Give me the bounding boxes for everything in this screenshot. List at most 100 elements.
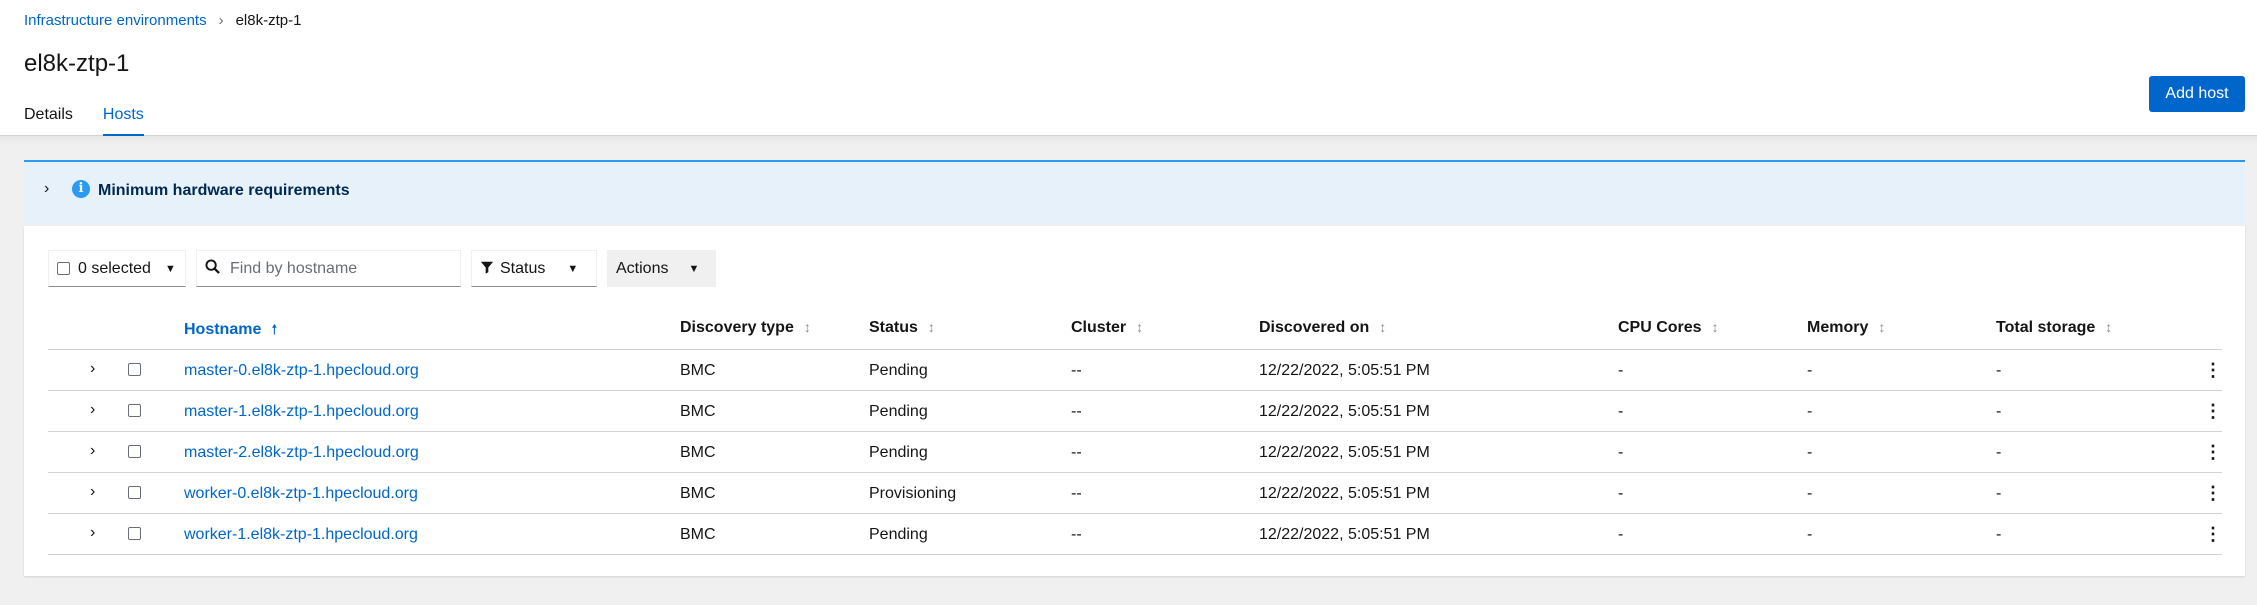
hosts-table: Hostname 🠕 Discovery type ↕ Status ↕ Cluste… bbox=[48, 302, 2222, 555]
breadcrumb: Infrastructure environments › el8k-ztp-1 bbox=[24, 12, 301, 29]
row-checkbox[interactable] bbox=[128, 486, 141, 499]
chevron-right-icon[interactable]: › bbox=[44, 180, 49, 198]
table-header-row: Hostname 🠕 Discovery type ↕ Status ↕ Cluste… bbox=[48, 302, 2222, 350]
kebab-menu-icon[interactable]: ⋮ bbox=[2204, 360, 2222, 381]
hostname-link[interactable]: worker-1.el8k-ztp-1.hpecloud.org bbox=[184, 526, 418, 544]
info-circle-icon: i bbox=[72, 180, 90, 198]
filter-icon bbox=[480, 260, 494, 277]
add-host-button[interactable]: Add host bbox=[2149, 76, 2245, 112]
cpu-cores-cell: - bbox=[1618, 362, 1624, 379]
hosts-card: 0 selected ▼ Status ▼ Actions ▼ Hostname… bbox=[24, 226, 2245, 576]
hardware-requirements-alert[interactable]: › i Minimum hardware requirements bbox=[24, 160, 2245, 224]
actions-label: Actions bbox=[616, 260, 669, 277]
discovered-on-cell: 12/22/2022, 5:05:51 PM bbox=[1259, 362, 1430, 379]
cpu-cores-cell: - bbox=[1618, 444, 1624, 461]
cluster-cell: -- bbox=[1071, 403, 1082, 420]
row-checkbox[interactable] bbox=[128, 363, 141, 376]
column-header-discovery-type[interactable]: Discovery type ↕ bbox=[680, 319, 811, 337]
kebab-menu-icon[interactable]: ⋮ bbox=[2204, 524, 2222, 545]
search-input[interactable] bbox=[230, 259, 450, 278]
memory-cell: - bbox=[1807, 362, 1813, 379]
caret-down-icon: ▼ bbox=[567, 262, 579, 275]
hostname-link[interactable]: worker-0.el8k-ztp-1.hpecloud.org bbox=[184, 485, 418, 503]
caret-down-icon: ▼ bbox=[164, 262, 176, 275]
chevron-right-icon[interactable]: › bbox=[90, 442, 95, 460]
table-row: › worker-0.el8k-ztp-1.hpecloud.org BMC P… bbox=[48, 473, 2222, 514]
header-divider bbox=[0, 136, 2257, 146]
sort-icon: ↕ bbox=[1136, 319, 1144, 335]
total-storage-cell: - bbox=[1996, 403, 2002, 420]
cpu-cores-cell: - bbox=[1618, 403, 1624, 420]
status-cell[interactable]: Pending bbox=[869, 526, 928, 544]
cluster-cell: -- bbox=[1071, 444, 1082, 461]
chevron-right-icon: › bbox=[218, 12, 224, 29]
breadcrumb-link-infrastructure-environments[interactable]: Infrastructure environments bbox=[24, 12, 207, 29]
bulk-select-dropdown[interactable]: 0 selected ▼ bbox=[48, 250, 186, 287]
hostname-search bbox=[196, 250, 461, 287]
tab-details[interactable]: Details bbox=[24, 102, 73, 137]
hostname-link[interactable]: master-0.el8k-ztp-1.hpecloud.org bbox=[184, 362, 419, 380]
sort-ascending-icon: 🠕 bbox=[271, 321, 278, 337]
table-row: › worker-1.el8k-ztp-1.hpecloud.org BMC P… bbox=[48, 514, 2222, 555]
chevron-right-icon[interactable]: › bbox=[90, 360, 95, 378]
table-row: › master-1.el8k-ztp-1.hpecloud.org BMC P… bbox=[48, 391, 2222, 432]
total-storage-cell: - bbox=[1996, 444, 2002, 461]
discovery-type-cell: BMC bbox=[680, 485, 716, 502]
total-storage-cell: - bbox=[1996, 526, 2002, 543]
hostname-link[interactable]: master-1.el8k-ztp-1.hpecloud.org bbox=[184, 403, 419, 421]
caret-down-icon: ▼ bbox=[688, 263, 700, 275]
column-header-memory[interactable]: Memory ↕ bbox=[1807, 319, 1885, 337]
column-header-total-storage[interactable]: Total storage ↕ bbox=[1996, 319, 2112, 337]
page-header: Infrastructure environments › el8k-ztp-1… bbox=[0, 0, 2257, 137]
table-row: › master-2.el8k-ztp-1.hpecloud.org BMC P… bbox=[48, 432, 2222, 473]
discovery-type-cell: BMC bbox=[680, 403, 716, 420]
page-title: el8k-ztp-1 bbox=[24, 50, 130, 77]
status-cell[interactable]: Pending bbox=[869, 362, 928, 380]
total-storage-cell: - bbox=[1996, 485, 2002, 502]
status-filter-label: Status bbox=[500, 259, 546, 277]
discovery-type-cell: BMC bbox=[680, 526, 716, 543]
sort-icon: ↕ bbox=[1711, 319, 1719, 335]
memory-cell: - bbox=[1807, 526, 1813, 543]
chevron-right-icon[interactable]: › bbox=[90, 483, 95, 501]
kebab-menu-icon[interactable]: ⋮ bbox=[2204, 442, 2222, 463]
column-header-hostname[interactable]: Hostname 🠕 bbox=[184, 319, 277, 343]
status-cell[interactable]: Provisioning bbox=[869, 485, 956, 503]
memory-cell: - bbox=[1807, 485, 1813, 502]
breadcrumb-current: el8k-ztp-1 bbox=[235, 12, 302, 29]
chevron-right-icon[interactable]: › bbox=[90, 401, 95, 419]
status-cell[interactable]: Pending bbox=[869, 444, 928, 462]
sort-icon: ↕ bbox=[927, 319, 935, 335]
discovered-on-cell: 12/22/2022, 5:05:51 PM bbox=[1259, 485, 1430, 502]
row-checkbox[interactable] bbox=[128, 445, 141, 458]
table-body: › master-0.el8k-ztp-1.hpecloud.org BMC P… bbox=[48, 350, 2222, 555]
column-header-status[interactable]: Status ↕ bbox=[869, 319, 935, 337]
column-header-cluster[interactable]: Cluster ↕ bbox=[1071, 319, 1143, 337]
sort-icon: ↕ bbox=[1878, 319, 1886, 335]
discovered-on-cell: 12/22/2022, 5:05:51 PM bbox=[1259, 444, 1430, 461]
discovery-type-cell: BMC bbox=[680, 444, 716, 461]
alert-title: Minimum hardware requirements bbox=[98, 182, 350, 199]
row-checkbox[interactable] bbox=[128, 527, 141, 540]
bulk-select-checkbox[interactable] bbox=[57, 262, 70, 275]
kebab-menu-icon[interactable]: ⋮ bbox=[2204, 401, 2222, 422]
chevron-right-icon[interactable]: › bbox=[90, 524, 95, 542]
cpu-cores-cell: - bbox=[1618, 485, 1624, 502]
discovered-on-cell: 12/22/2022, 5:05:51 PM bbox=[1259, 526, 1430, 543]
column-header-cpu-cores[interactable]: CPU Cores ↕ bbox=[1618, 319, 1719, 337]
memory-cell: - bbox=[1807, 444, 1813, 461]
status-cell[interactable]: Pending bbox=[869, 403, 928, 421]
search-icon bbox=[205, 258, 220, 279]
tab-hosts[interactable]: Hosts bbox=[102, 102, 144, 137]
sort-icon: ↕ bbox=[803, 319, 811, 335]
hosts-toolbar: 0 selected ▼ Status ▼ Actions ▼ bbox=[48, 250, 716, 288]
kebab-menu-icon[interactable]: ⋮ bbox=[2204, 483, 2222, 504]
actions-dropdown[interactable]: Actions ▼ bbox=[607, 250, 716, 287]
sort-icon: ↕ bbox=[1379, 319, 1387, 335]
discovered-on-cell: 12/22/2022, 5:05:51 PM bbox=[1259, 403, 1430, 420]
status-filter-dropdown[interactable]: Status ▼ bbox=[471, 250, 597, 287]
column-header-discovered-on[interactable]: Discovered on ↕ bbox=[1259, 319, 1386, 337]
discovery-type-cell: BMC bbox=[680, 362, 716, 379]
hostname-link[interactable]: master-2.el8k-ztp-1.hpecloud.org bbox=[184, 444, 419, 462]
row-checkbox[interactable] bbox=[128, 404, 141, 417]
